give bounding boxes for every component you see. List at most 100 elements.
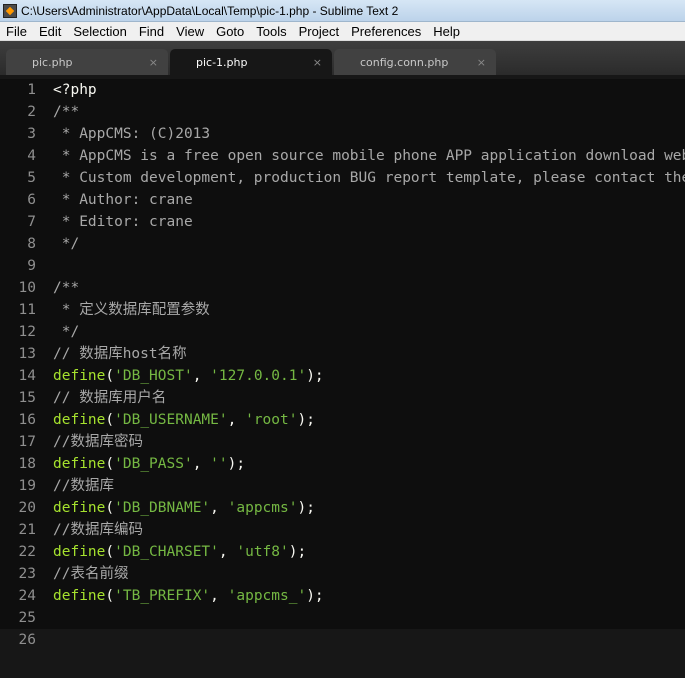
menu-project[interactable]: Project (293, 22, 345, 41)
code-text: /** (53, 101, 79, 123)
code-line[interactable]: 19 //数据库 (0, 475, 685, 497)
close-icon[interactable]: × (313, 56, 322, 69)
line-number: 12 (18, 324, 36, 340)
code-text: //表名前缀 (53, 563, 128, 585)
code-line[interactable]: 23 //表名前缀 (0, 563, 685, 585)
code-line[interactable]: 25 (0, 607, 685, 629)
line-number: 25 (18, 610, 36, 626)
string-token: 'DB_HOST' (114, 368, 193, 384)
line-number: 17 (18, 434, 36, 450)
code-line[interactable]: 4 * AppCMS is a free open source mobile … (0, 145, 685, 167)
menu-edit[interactable]: Edit (33, 22, 67, 41)
code-line[interactable]: 9 (0, 255, 685, 277)
menu-help[interactable]: Help (427, 22, 466, 41)
close-icon[interactable]: × (477, 56, 486, 69)
line-number: 7 (27, 214, 36, 230)
keyword-token: define (53, 588, 106, 604)
text-token: ); (306, 588, 324, 604)
tab-config-conn-php[interactable]: config.conn.php × (334, 49, 496, 75)
menu-tools[interactable]: Tools (250, 22, 292, 41)
line-number: 11 (18, 302, 36, 318)
keyword-token: define (53, 412, 106, 428)
text-token: ); (227, 456, 246, 472)
line-number: 10 (18, 280, 36, 296)
text-token: ( (105, 368, 115, 384)
menu-preferences[interactable]: Preferences (345, 22, 427, 41)
code-line[interactable]: 15 // 数据库用户名 (0, 387, 685, 409)
line-number: 4 (27, 148, 36, 164)
text-token: ( (105, 588, 115, 604)
line-number: 18 (18, 456, 36, 472)
code-line[interactable]: 1 <?php (0, 79, 685, 101)
menu-find[interactable]: Find (133, 22, 170, 41)
code-line[interactable]: 8 */ (0, 233, 685, 255)
tab-pic-php[interactable]: pic.php × (6, 49, 168, 75)
menu-view[interactable]: View (170, 22, 210, 41)
comment-token: * 定义数据库配置参数 (53, 302, 210, 318)
text-token: , (192, 368, 211, 384)
comment-token: // 数据库用户名 (53, 390, 167, 406)
code-text: * AppCMS: (C)2013 (53, 123, 210, 145)
code-text: //数据库 (53, 475, 114, 497)
code-text: * AppCMS is a free open source mobile ph… (53, 145, 685, 167)
code-text: define('DB_HOST', '127.0.0.1'); (53, 365, 324, 387)
keyword-token: define (53, 368, 106, 384)
code-line[interactable]: 13 // 数据库host名称 (0, 343, 685, 365)
menu-file[interactable]: File (0, 22, 33, 41)
code-text: * Custom development, production BUG rep… (53, 167, 685, 189)
keyword-token: define (53, 500, 106, 516)
code-line[interactable]: 26 (0, 629, 685, 651)
text-token: , (210, 588, 228, 604)
code-text: // 数据库host名称 (53, 343, 187, 365)
code-line[interactable]: 11 * 定义数据库配置参数 (0, 299, 685, 321)
code-line[interactable]: 6 * Author: crane (0, 189, 685, 211)
code-line[interactable]: 5 * Custom development, production BUG r… (0, 167, 685, 189)
code-line[interactable]: 7 * Editor: crane (0, 211, 685, 233)
string-token: '127.0.0.1' (210, 368, 307, 384)
code-editor[interactable]: 1 <?php 2/** 3 * AppCMS: (C)2013 4 * AppCMS … (0, 78, 685, 678)
code-line[interactable]: 12 */ (0, 321, 685, 343)
code-line[interactable]: 14 define('DB_HOST', '127.0.0.1'); (0, 365, 685, 387)
code-text: //数据库密码 (53, 431, 143, 453)
code-text: // 数据库用户名 (53, 387, 166, 409)
code-text: */ (53, 321, 79, 343)
line-number: 2 (27, 104, 36, 120)
code-line[interactable]: 10 /** (0, 277, 685, 299)
comment-token: /** (53, 280, 80, 296)
code-line[interactable]: 20 define('DB_DBNAME', 'appcms'); (0, 497, 685, 519)
comment-token: * Editor: crane (53, 214, 193, 230)
window-title: C:\Users\Administrator\AppData\Local\Tem… (21, 3, 399, 18)
text-token: ( (105, 456, 115, 472)
text-token: ( (105, 412, 115, 428)
menu-bar: File Edit Selection Find View Goto Tools Projec… (0, 22, 685, 41)
comment-token: * AppCMS is a free open source mobile ph… (53, 148, 685, 164)
close-icon[interactable]: × (149, 56, 158, 69)
line-number: 5 (27, 170, 36, 186)
tab-label: config.conn.php (360, 55, 449, 69)
code-line[interactable]: 18 define('DB_PASS', ''); (0, 453, 685, 475)
menu-selection[interactable]: Selection (67, 22, 132, 41)
line-number: 3 (27, 126, 36, 142)
window-title-bar[interactable]: C:\Users\Administrator\AppData\Local\Tem… (0, 0, 685, 22)
menu-goto[interactable]: Goto (210, 22, 250, 41)
code-text: define('DB_USERNAME', 'root'); (53, 409, 315, 431)
text-token: ); (297, 412, 315, 428)
line-number: 21 (18, 522, 36, 538)
code-line[interactable]: 21 //数据库编码 (0, 519, 685, 541)
text-token: ( (105, 500, 115, 516)
comment-token: * AppCMS: (C)2013 (53, 126, 211, 142)
line-number: 22 (18, 544, 36, 560)
code-line[interactable]: 24 define('TB_PREFIX', 'appcms_'); (0, 585, 685, 607)
code-line[interactable]: 2 /** (0, 101, 685, 123)
code-text: /** (53, 277, 79, 299)
text-token: <?php (53, 82, 97, 98)
code-line[interactable]: 17 //数据库密码 (0, 431, 685, 453)
line-number: 6 (27, 192, 36, 208)
code-line[interactable]: 3 * AppCMS: (C)2013 (0, 123, 685, 145)
comment-token: //数据库 (53, 478, 114, 494)
tab-pic-1-php[interactable]: pic-1.php × (170, 49, 332, 75)
code-text: define('TB_PREFIX', 'appcms_'); (53, 585, 324, 607)
code-line[interactable]: 22 define('DB_CHARSET', 'utf8'); (0, 541, 685, 563)
code-line[interactable]: 16 define('DB_USERNAME', 'root'); (0, 409, 685, 431)
text-token: , (218, 544, 237, 560)
